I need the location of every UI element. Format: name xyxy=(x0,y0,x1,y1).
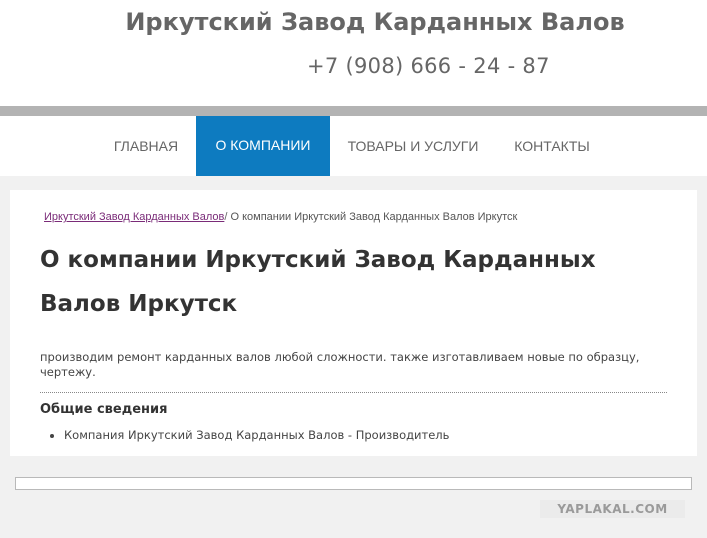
breadcrumb: Иркутский Завод Карданных Валов/ О компа… xyxy=(44,211,517,223)
watermark-logo: YAPLAKAL.COM xyxy=(540,500,685,518)
company-description: производим ремонт карданных валов любой … xyxy=(40,350,640,379)
site-header: Иркутский Завод Карданных Валов +7 (908)… xyxy=(0,0,707,106)
section-heading: Общие сведения xyxy=(40,402,168,417)
footer-box xyxy=(15,477,692,490)
breadcrumb-home-link[interactable]: Иркутский Завод Карданных Валов xyxy=(44,211,224,223)
site-phone: +7 (908) 666 - 24 - 87 xyxy=(307,54,550,78)
nav-item-products[interactable]: ТОВАРЫ И УСЛУГИ xyxy=(330,116,496,176)
page-title: О компании Иркутский Завод Карданных Вал… xyxy=(40,247,596,317)
header-divider xyxy=(0,106,707,116)
content-panel: Иркутский Завод Карданных Валов/ О компа… xyxy=(10,190,697,456)
nav-item-home[interactable]: ГЛАВНАЯ xyxy=(97,116,195,176)
list-item: Компания Иркутский Завод Карданных Валов… xyxy=(64,428,449,442)
site-title: Иркутский Завод Карданных Валов xyxy=(125,8,625,36)
nav-item-contacts[interactable]: КОНТАКТЫ xyxy=(497,116,607,176)
breadcrumb-current: О компании Иркутский Завод Карданных Вал… xyxy=(230,211,518,223)
dotted-divider xyxy=(40,392,667,393)
nav-item-about[interactable]: О КОМПАНИИ xyxy=(196,116,330,176)
info-list: Компания Иркутский Завод Карданных Валов… xyxy=(40,428,449,442)
breadcrumb-separator: / xyxy=(224,211,228,223)
main-nav: ГЛАВНАЯ О КОМПАНИИ ТОВАРЫ И УСЛУГИ КОНТА… xyxy=(0,116,707,176)
